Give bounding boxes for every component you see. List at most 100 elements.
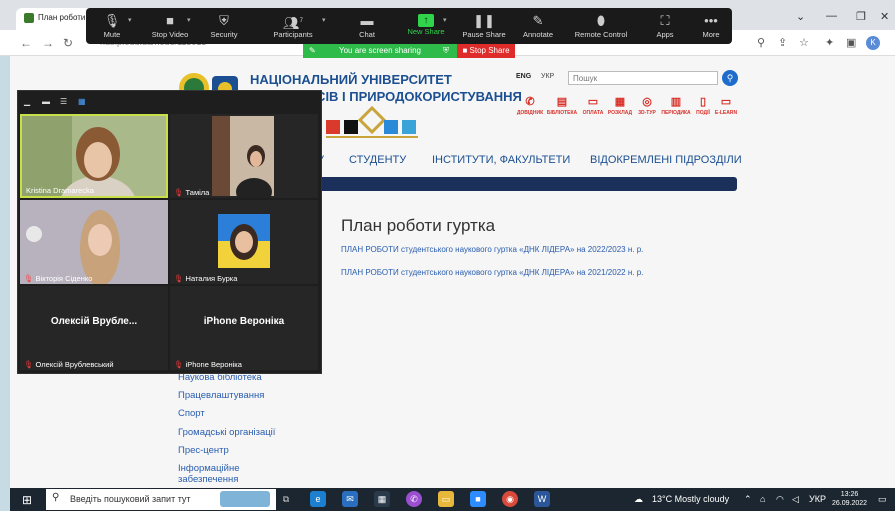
sidebar-link-organizations[interactable]: Громадські організації [178,427,275,438]
network-icon[interactable]: ⌂ [760,494,765,504]
system-clock[interactable]: 13:26 26.09.2022 [832,490,867,508]
annotate-button[interactable]: ✎ Annotate [508,12,568,39]
edge-browser-icon[interactable]: e [310,491,326,507]
stop-video-button[interactable]: ■ Stop Video [140,12,200,39]
search-icon[interactable]: ⚲ [722,70,738,86]
windows-taskbar: ⊞ ⚲ Введіть пошуковий запит тут ⧉ e ✉ ▦ … [10,488,895,511]
zoom-app-icon[interactable]: ■ [470,491,486,507]
shield-icon: ⛨ [219,13,229,28]
caret-down-icon[interactable]: ▾ [187,16,191,24]
stop-share-button[interactable]: ■ Stop Share [457,44,515,58]
sidebar-link-employment[interactable]: Працевлаштування [178,390,264,401]
shield-check-icon: ⛨ [443,46,449,55]
participant-display-name: Олексій Врубле... [50,316,138,327]
participant-name: 🎙︎ Таміла [174,188,210,197]
participant-display-name: iPhone Вероніка [203,316,285,327]
search-highlight-image[interactable] [220,491,270,507]
volume-icon[interactable]: ◁ [792,494,799,505]
security-button[interactable]: ⛨ Security [194,12,254,39]
profile-avatar[interactable]: K [866,36,880,50]
quick-link-elearn[interactable]: ▭ E-LEARN [706,95,746,116]
share-page-icon[interactable]: ⇪ [778,36,787,49]
sidebar-link-info[interactable]: Інформаційне забезпечення [178,463,258,485]
close-icon[interactable]: ✕ [880,10,889,23]
participant-name: 🎙︎ Вікторія Сіденко [24,274,93,283]
strip-view-icon[interactable]: ☰ [60,97,67,106]
participant-tile[interactable]: Kristina Dramarecka [20,114,168,198]
weather-icon[interactable]: ☁ [634,494,643,505]
input-language[interactable]: УКР [809,494,826,504]
document-link[interactable]: ПЛАН РОБОТИ студентського наукового гурт… [341,245,643,254]
restore-icon[interactable]: ❐ [856,10,866,23]
forward-icon[interactable]: → [42,36,54,50]
tab-search-icon[interactable]: ⌄ [796,10,805,23]
participant-video [170,114,318,198]
pause-share-button[interactable]: ❚❚ Pause Share [454,12,514,39]
participant-tile[interactable]: 🎙︎ Наталия Бурка [170,200,318,284]
participant-name: 🎙︎ Олексій Врублевський [24,360,114,369]
mute-button[interactable]: 🎙︎ Mute [82,12,142,39]
store-icon[interactable]: ▦ [374,491,390,507]
lang-uk[interactable]: УКР [541,73,554,80]
participant-name: 🎙︎ iPhone Вероніка [174,360,242,369]
muted-mic-icon: 🎙︎ [24,274,34,283]
participant-tile[interactable]: iPhone Вероніка 🎙︎ iPhone Вероніка [170,286,318,370]
reload-icon[interactable]: ↻ [63,36,73,50]
task-view-icon[interactable]: ⧉ [278,491,294,507]
chat-button[interactable]: ▬ Chat [337,12,397,39]
back-icon[interactable]: ← [20,36,32,50]
chat-icon: ▬ [360,13,374,28]
muted-mic-icon: 🎙︎ [174,274,184,283]
sidebar-link-sport[interactable]: Спорт [178,408,205,419]
new-share-button[interactable]: ↑ New Share [396,12,456,36]
mail-icon[interactable]: ✉ [342,491,358,507]
document-link[interactable]: ПЛАН РОБОТИ студентського наукового гурт… [341,268,643,277]
tray-expand-icon[interactable]: ⌃ [744,494,752,505]
menu-item-divisions[interactable]: ВІДОКРЕМЛЕНІ ПІДРОЗДІЛИ [590,154,742,166]
lang-en[interactable]: ENG [516,73,531,80]
zoom-lens-icon[interactable]: ⚲ [757,36,765,49]
menu-item-institutes[interactable]: ІНСТИТУТИ, ФАКУЛЬТЕТИ [432,154,570,166]
tab-title: План роботи [38,13,86,22]
zoom-toolbar: 🎙︎ Mute ▾ ■ Stop Video ▾ ⛨ Security 👥︎7 Part… [86,8,732,44]
weather-text[interactable]: 13°C Mostly cloudy [652,494,729,504]
muted-mic-icon: 🎙︎ [24,360,34,369]
extensions-icon[interactable]: ✦ [825,36,834,49]
word-icon[interactable]: W [534,491,550,507]
participant-tile[interactable]: 🎙︎ Таміла [170,114,318,198]
club-emblem [326,106,418,138]
mouse-icon: ⬮ [596,13,606,28]
file-explorer-icon[interactable]: ▭ [438,491,454,507]
wifi-icon[interactable]: ◠ [776,494,784,505]
windows-start-icon[interactable]: ⊞ [22,493,32,507]
video-gallery-panel: ▁ ▬ ☰ ▦ Kristina Dramarecka 🎙︎ Таміла 🎙︎… [17,90,322,374]
caret-down-icon[interactable]: ▾ [128,16,132,24]
more-button[interactable]: ••• More [681,12,741,39]
viber-icon[interactable]: ✆ [406,491,422,507]
caret-down-icon[interactable]: ▾ [443,16,447,24]
minimize-icon[interactable]: — [826,10,837,22]
sidebar-link-press[interactable]: Прес-центр [178,445,229,456]
site-search-input[interactable] [568,71,718,85]
chrome-icon[interactable]: ◉ [502,491,518,507]
gallery-view-icon[interactable]: ▦ [78,97,86,106]
search-icon: ⚲ [52,492,60,503]
pause-icon: ❚❚ [473,13,495,28]
mic-icon: 🎙︎ [103,13,121,28]
minimize-panel-icon[interactable]: ▁ [24,97,30,106]
pin-icon[interactable]: ✎ [309,44,316,58]
speaker-view-icon[interactable]: ▬ [42,97,50,106]
remote-control-button[interactable]: ⬮ Remote Control [571,12,631,39]
side-panel-icon[interactable]: ▣ [846,36,856,49]
caret-down-icon[interactable]: ▾ [322,16,326,24]
notifications-icon[interactable]: ▭ [878,494,887,505]
participant-tile[interactable]: 🎙︎ Вікторія Сіденко [20,200,168,284]
participant-video [170,200,318,284]
share-icon: ↑ [418,14,434,27]
video-icon: ■ [166,13,174,28]
participant-tile[interactable]: Олексій Врубле... 🎙︎ Олексій Врублевський [20,286,168,370]
participants-button[interactable]: 👥︎7 Participants [263,12,323,39]
menu-item-student[interactable]: СТУДЕНТУ [349,154,406,166]
sharing-banner: ✎ You are screen sharing ⛨ [303,44,457,58]
bookmark-star-icon[interactable]: ☆ [799,36,809,49]
